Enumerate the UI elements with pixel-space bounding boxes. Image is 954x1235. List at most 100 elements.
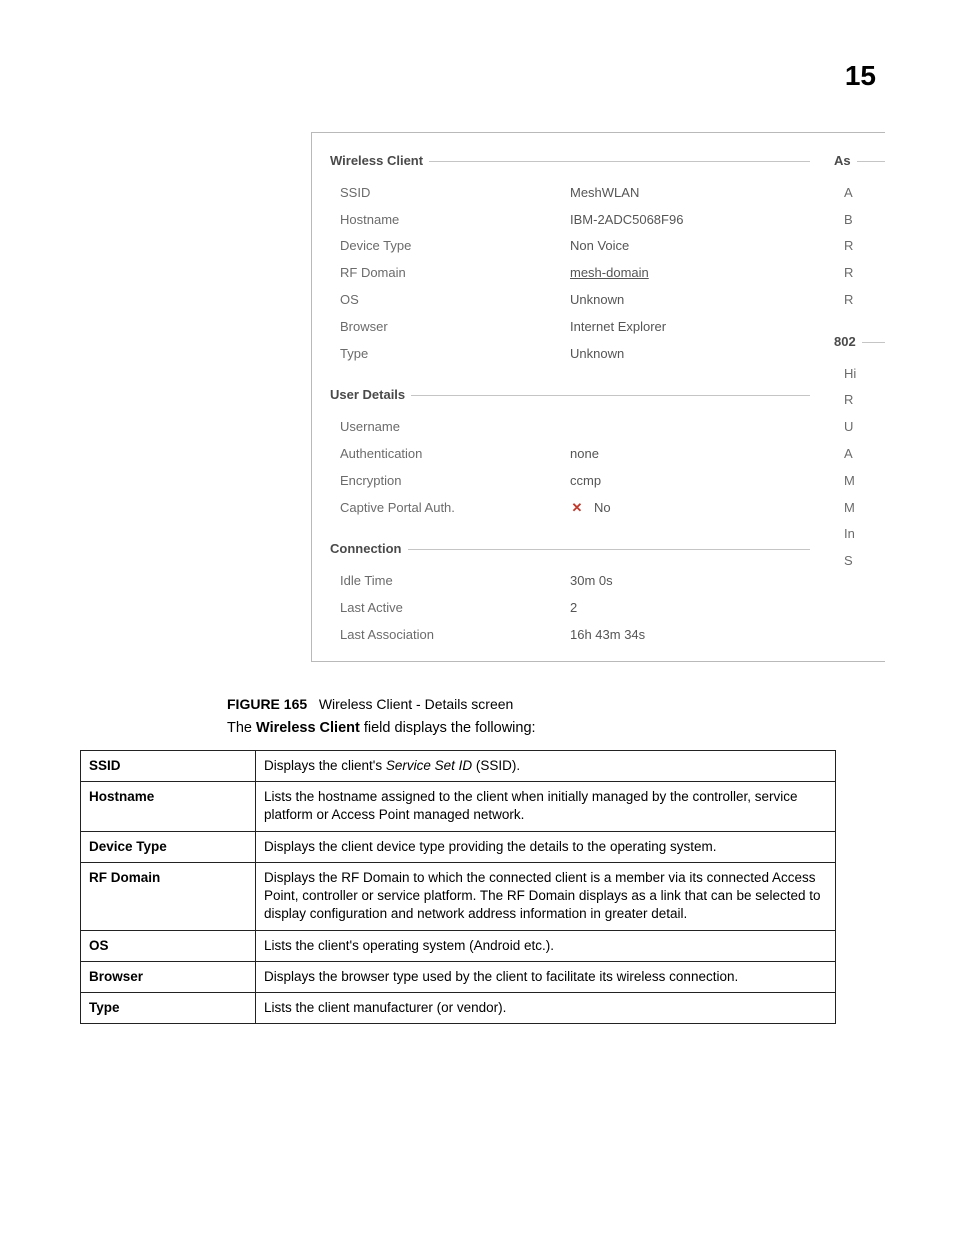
dot11-row-label: R [844, 390, 885, 411]
row-os: OS Unknown [330, 287, 810, 314]
intro-bold: Wireless Client [256, 720, 360, 736]
connection-section: Connection Idle Time 30m 0s Last Active … [330, 539, 810, 648]
browser-label: Browser [340, 317, 570, 338]
ssid-label: SSID [340, 183, 570, 204]
row-last-association: Last Association 16h 43m 34s [330, 622, 810, 649]
assoc-row: B [834, 207, 885, 234]
dot11-row: M [834, 495, 885, 522]
description-table: SSID Displays the client's Service Set I… [80, 750, 836, 1024]
captive-portal-value: ✕ No [570, 498, 810, 519]
dot11-row-label: In [844, 524, 885, 545]
dot11-row-label: A [844, 444, 885, 465]
row-encryption: Encryption ccmp [330, 468, 810, 495]
assoc-row: A [834, 180, 885, 207]
wireless-client-details-panel: Wireless Client SSID MeshWLAN Hostname I… [311, 132, 885, 662]
desc-val: Displays the browser type used by the cl… [256, 961, 836, 992]
intro-pre: The [227, 720, 256, 736]
row-idle-time: Idle Time 30m 0s [330, 568, 810, 595]
assoc-row: R [834, 233, 885, 260]
device-type-value: Non Voice [570, 236, 810, 257]
dot11-row: Hi [834, 361, 885, 388]
wireless-client-section: Wireless Client SSID MeshWLAN Hostname I… [330, 151, 810, 367]
x-icon: ✕ [570, 498, 584, 519]
captive-portal-label: Captive Portal Auth. [340, 498, 570, 519]
desc-val-italic: Service Set ID [386, 758, 472, 773]
row-browser: Browser Internet Explorer [330, 314, 810, 341]
association-legend: As [834, 151, 857, 172]
figure-title: Wireless Client - Details screen [319, 696, 514, 712]
idle-time-label: Idle Time [340, 571, 570, 592]
row-ssid: SSID MeshWLAN [330, 180, 810, 207]
desc-val-post: (SSID). [472, 758, 520, 773]
connection-legend: Connection [330, 539, 408, 560]
desc-key: OS [81, 930, 256, 961]
desc-key: SSID [81, 751, 256, 782]
table-row: SSID Displays the client's Service Set I… [81, 751, 836, 782]
desc-val: Lists the client's operating system (And… [256, 930, 836, 961]
os-value: Unknown [570, 290, 810, 311]
os-label: OS [340, 290, 570, 311]
username-label: Username [340, 417, 570, 438]
assoc-row: R [834, 287, 885, 314]
desc-val: Displays the RF Domain to which the conn… [256, 862, 836, 930]
desc-key: Hostname [81, 782, 256, 831]
assoc-row-label: R [844, 290, 885, 311]
type-value: Unknown [570, 344, 810, 365]
row-rf-domain: RF Domain mesh-domain [330, 260, 810, 287]
hostname-label: Hostname [340, 210, 570, 231]
browser-value: Internet Explorer [570, 317, 810, 338]
device-type-label: Device Type [340, 236, 570, 257]
dot11-row: U [834, 414, 885, 441]
assoc-row-label: B [844, 210, 885, 231]
dot11-legend: 802 [834, 332, 862, 353]
dot11-section: 802 Hi R U A M M In S [834, 332, 885, 575]
assoc-row-label: R [844, 236, 885, 257]
last-active-label: Last Active [340, 598, 570, 619]
dot11-row-label: M [844, 471, 885, 492]
dot11-row-label: M [844, 498, 885, 519]
desc-val-pre: Displays the client's [264, 758, 386, 773]
figure-label: FIGURE 165 [227, 696, 307, 712]
desc-key: Type [81, 992, 256, 1023]
last-association-label: Last Association [340, 625, 570, 646]
row-hostname: Hostname IBM-2ADC5068F96 [330, 207, 810, 234]
dot11-row-label: S [844, 551, 885, 572]
user-details-section: User Details Username Authentication non… [330, 385, 810, 521]
assoc-row-label: R [844, 263, 885, 284]
rf-domain-link[interactable]: mesh-domain [570, 263, 810, 284]
dot11-row: In [834, 521, 885, 548]
screenshot-panel-clip: Wireless Client SSID MeshWLAN Hostname I… [311, 132, 885, 662]
desc-val: Displays the client's Service Set ID (SS… [256, 751, 836, 782]
dot11-row: A [834, 441, 885, 468]
last-association-value: 16h 43m 34s [570, 625, 810, 646]
row-authentication: Authentication none [330, 441, 810, 468]
desc-key: RF Domain [81, 862, 256, 930]
row-captive-portal: Captive Portal Auth. ✕ No [330, 495, 810, 522]
hostname-value: IBM-2ADC5068F96 [570, 210, 810, 231]
type-label: Type [340, 344, 570, 365]
user-details-legend: User Details [330, 385, 411, 406]
desc-key: Browser [81, 961, 256, 992]
dot11-row-label: Hi [844, 364, 885, 385]
dot11-row: M [834, 468, 885, 495]
encryption-value: ccmp [570, 471, 810, 492]
ssid-value: MeshWLAN [570, 183, 810, 204]
authentication-label: Authentication [340, 444, 570, 465]
intro-post: field displays the following: [360, 720, 536, 736]
page-number: 15 [845, 60, 876, 92]
table-row: RF Domain Displays the RF Domain to whic… [81, 862, 836, 930]
desc-val: Lists the hostname assigned to the clien… [256, 782, 836, 831]
encryption-label: Encryption [340, 471, 570, 492]
table-row: Type Lists the client manufacturer (or v… [81, 992, 836, 1023]
wireless-client-legend: Wireless Client [330, 151, 429, 172]
assoc-row: R [834, 260, 885, 287]
table-row: Hostname Lists the hostname assigned to … [81, 782, 836, 831]
row-username: Username [330, 414, 810, 441]
desc-val: Displays the client device type providin… [256, 831, 836, 862]
idle-time-value: 30m 0s [570, 571, 810, 592]
captive-portal-text: No [594, 500, 611, 515]
dot11-row-label: U [844, 417, 885, 438]
assoc-row-label: A [844, 183, 885, 204]
row-last-active: Last Active 2 [330, 595, 810, 622]
table-row: Device Type Displays the client device t… [81, 831, 836, 862]
